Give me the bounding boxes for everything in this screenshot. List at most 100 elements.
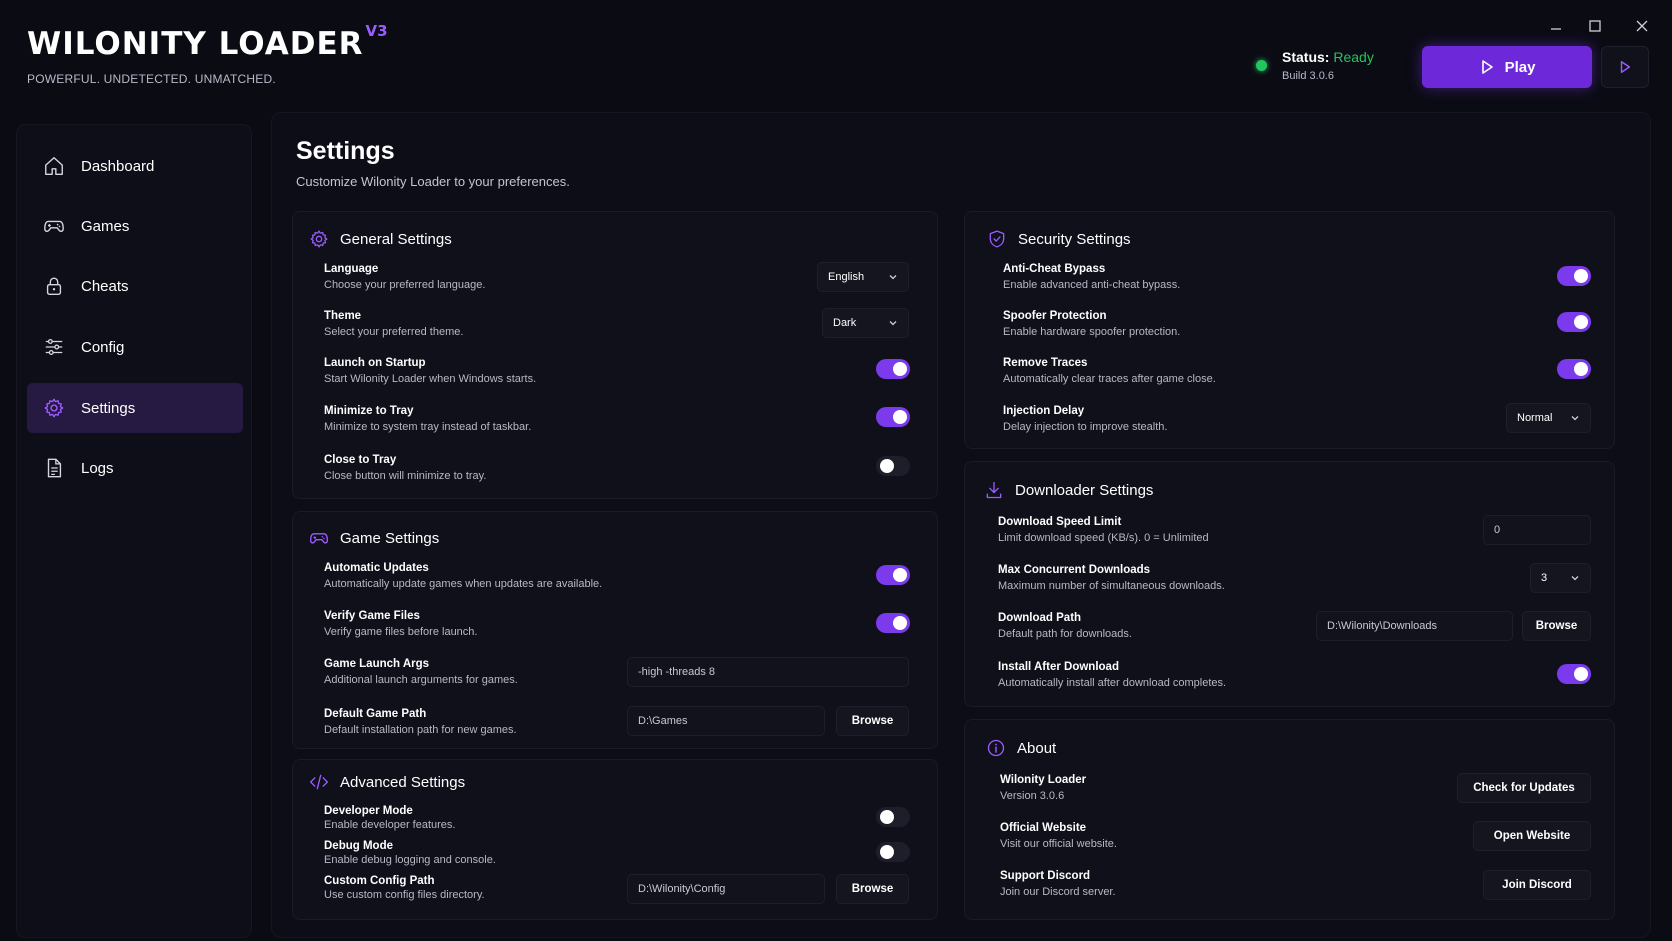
spoofer-protection-toggle[interactable]	[1557, 312, 1591, 332]
developer-mode-toggle[interactable]	[876, 807, 910, 827]
install-after-download-setting: Install After Download Automatically ins…	[998, 661, 1226, 689]
install-after-download-toggle[interactable]	[1557, 664, 1591, 684]
panel-title: Game Settings	[340, 529, 440, 547]
sidebar-item-logs[interactable]: Logs	[27, 443, 243, 493]
setting-label: Injection Delay	[1003, 405, 1085, 417]
setting-label: Install After Download	[998, 661, 1119, 673]
setting-description: Use custom config files directory.	[324, 889, 485, 901]
developer-mode-setting: Developer Mode Enable developer features…	[324, 805, 455, 831]
setting-label: Max Concurrent Downloads	[998, 564, 1151, 576]
gamepad-icon	[44, 220, 64, 232]
app-brand: WILONITY LOADER V3 POWERFUL. UNDETECTED. …	[27, 22, 388, 86]
chevron-down-icon	[889, 275, 897, 280]
status-dot	[1256, 60, 1267, 71]
panel-title: About	[1017, 739, 1057, 757]
injection-delay-setting: Injection Delay Delay injection to impro…	[1003, 405, 1167, 433]
official-website-info: Official Website Visit our official webs…	[1000, 822, 1117, 850]
setting-label: Automatic Updates	[324, 562, 429, 574]
automatic-updates-toggle[interactable]	[876, 565, 910, 585]
setting-label: Developer Mode	[324, 805, 413, 817]
anti-cheat-bypass-setting: Anti-Cheat Bypass Enable advanced anti-c…	[1003, 263, 1180, 291]
sidebar-item-label: Settings	[81, 399, 136, 417]
download-icon	[986, 481, 1002, 499]
sidebar-item-label: Config	[81, 338, 125, 356]
setting-label: Wilonity Loader	[1000, 774, 1087, 786]
sidebar-item-cheats[interactable]: Cheats	[27, 261, 243, 311]
spoofer-protection-setting: Spoofer Protection Enable hardware spoof…	[1003, 310, 1180, 338]
injection-delay-select[interactable]: Normal	[1506, 403, 1591, 433]
setting-label: Custom Config Path	[324, 875, 435, 887]
download-path-input[interactable]: D:\Wilonity\Downloads	[1316, 611, 1513, 641]
play-icon	[1481, 60, 1493, 74]
panel-title: Security Settings	[1018, 230, 1131, 248]
setting-description: Verify game files before launch.	[324, 626, 478, 638]
setting-description: Start Wilonity Loader when Windows start…	[324, 373, 537, 385]
setting-label: Remove Traces	[1003, 357, 1088, 369]
maximize-icon	[1589, 20, 1601, 32]
default-game-path-browse-button[interactable]: Browse	[836, 706, 909, 736]
setting-label: Launch on Startup	[324, 357, 426, 369]
setting-label: Default Game Path	[324, 708, 427, 720]
close-to-tray-toggle[interactable]	[876, 456, 910, 476]
check-for-updates-button[interactable]: Check for Updates	[1457, 773, 1591, 803]
setting-label: Download Path	[998, 612, 1082, 624]
theme-select[interactable]: Dark	[822, 308, 909, 338]
setting-label: Spoofer Protection	[1003, 310, 1107, 322]
setting-description: Automatically install after download com…	[998, 677, 1227, 689]
open-website-button[interactable]: Open Website	[1473, 821, 1591, 851]
close-icon	[1636, 20, 1648, 32]
status-value: Ready	[1333, 49, 1374, 65]
select-value: 3	[1541, 572, 1548, 584]
play-button-label: Play	[1504, 58, 1536, 76]
sidebar-item-config[interactable]: Config	[27, 322, 243, 372]
language-select[interactable]: English	[817, 262, 909, 292]
quick-play-button[interactable]	[1601, 46, 1649, 88]
setting-description: Default installation path for new games.	[324, 724, 517, 736]
downloader-settings-header: Downloader Settings	[984, 480, 1153, 500]
download-path-setting: Download Path Default path for downloads…	[998, 612, 1132, 640]
minimize-window-button[interactable]	[1544, 14, 1568, 38]
code-icon	[310, 774, 328, 790]
page-subtitle: Customize Wilonity Loader to your prefer…	[296, 174, 570, 189]
sidebar-item-label: Dashboard	[81, 157, 155, 175]
setting-description: Default path for downloads.	[998, 628, 1132, 640]
close-to-tray-setting: Close to Tray Close button will minimize…	[324, 454, 486, 482]
play-button[interactable]: Play	[1422, 46, 1592, 88]
setting-label: Minimize to Tray	[324, 405, 414, 417]
join-discord-button[interactable]: Join Discord	[1483, 870, 1591, 900]
setting-description: Enable hardware spoofer protection.	[1003, 326, 1181, 338]
setting-label: Game Launch Args	[324, 658, 430, 670]
default-game-path-input[interactable]: D:\Games	[627, 706, 825, 736]
sidebar-item-settings[interactable]: Settings	[27, 383, 243, 433]
app-title: WILONITY LOADER	[27, 26, 364, 62]
remove-traces-toggle[interactable]	[1557, 359, 1591, 379]
setting-label: Language	[324, 263, 379, 275]
loader-version-info: Wilonity Loader Version 3.0.6	[1000, 774, 1086, 802]
sidebar-item-games[interactable]: Games	[27, 201, 243, 251]
download-speed-limit-input[interactable]: 0	[1483, 515, 1591, 545]
shield-check-icon	[989, 230, 1005, 248]
maximize-window-button[interactable]	[1583, 14, 1607, 38]
max-concurrent-downloads-select[interactable]: 3	[1530, 563, 1591, 593]
setting-description: Close button will minimize to tray.	[324, 470, 487, 482]
close-window-button[interactable]	[1630, 14, 1654, 38]
game-launch-args-setting: Game Launch Args Additional launch argum…	[324, 658, 518, 686]
chevron-down-icon	[889, 321, 897, 326]
setting-label: Support Discord	[1000, 870, 1091, 882]
verify-game-files-toggle[interactable]	[876, 613, 910, 633]
anti-cheat-bypass-toggle[interactable]	[1557, 266, 1591, 286]
setting-description: Automatically update games when updates …	[324, 578, 603, 590]
default-game-path-setting: Default Game Path Default installation p…	[324, 708, 517, 736]
custom-config-path-browse-button[interactable]: Browse	[836, 874, 909, 904]
chevron-down-icon	[1571, 416, 1579, 421]
launch-on-startup-toggle[interactable]	[876, 359, 910, 379]
game-launch-args-input[interactable]: -high -threads 8	[627, 657, 909, 687]
minimize-to-tray-toggle[interactable]	[876, 407, 910, 427]
custom-config-path-input[interactable]: D:\Wilonity\Config	[627, 874, 825, 904]
sliders-icon	[45, 339, 63, 355]
setting-description: Select your preferred theme.	[324, 326, 464, 338]
debug-mode-toggle[interactable]	[876, 842, 910, 862]
download-path-browse-button[interactable]: Browse	[1522, 611, 1591, 641]
sidebar-item-dashboard[interactable]: Dashboard	[27, 141, 243, 191]
home-icon	[45, 157, 63, 175]
